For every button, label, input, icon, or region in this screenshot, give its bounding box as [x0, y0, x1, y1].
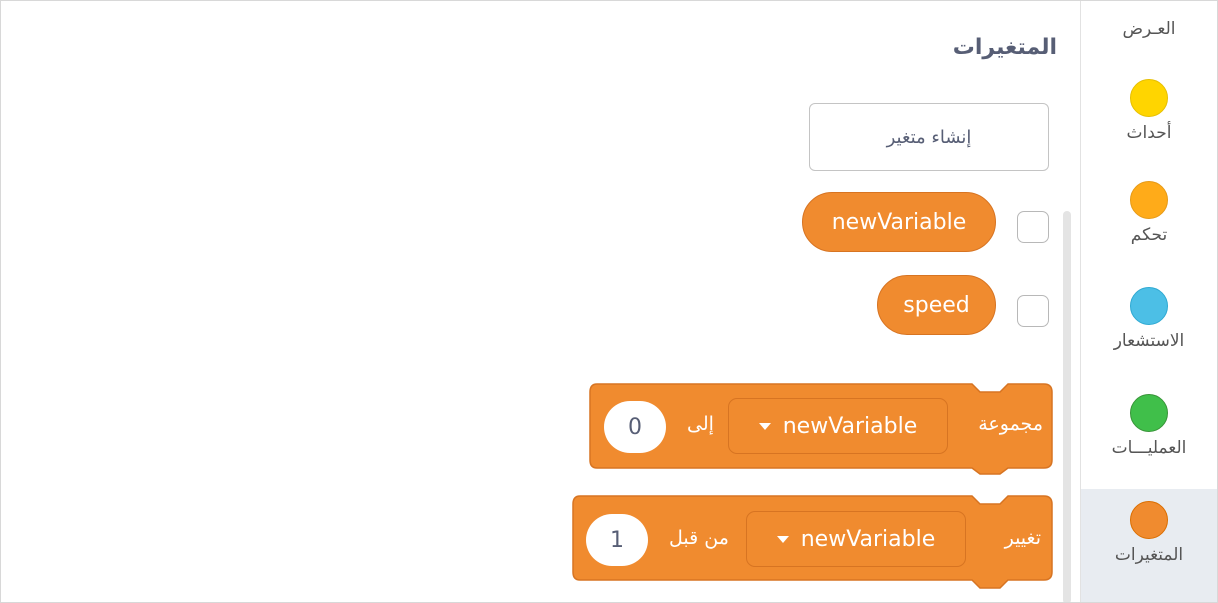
set-variable-block[interactable]: مجموعة newVariable إلى 0: [589, 383, 1053, 475]
variable-reporter-newVariable[interactable]: newVariable: [802, 192, 996, 252]
change-block-label: تغيير: [1004, 527, 1041, 549]
sensing-circle-icon: [1130, 287, 1168, 325]
variables-circle-icon: [1130, 501, 1168, 539]
category-label: المتغيرات: [1114, 545, 1184, 565]
chevron-down-icon: [758, 422, 771, 430]
palette-scrollbar[interactable]: [1063, 211, 1071, 602]
change-value-input[interactable]: 1: [586, 514, 648, 566]
change-variable-dropdown[interactable]: newVariable: [746, 511, 966, 567]
dropdown-value: newVariable: [800, 526, 936, 552]
category-label: العـرض: [1122, 19, 1176, 39]
category-label: الاستشعار: [1113, 331, 1185, 351]
category-label: تحكم: [1130, 225, 1168, 245]
variable-checkbox-speed[interactable]: [1017, 295, 1049, 327]
category-label: أحداث: [1126, 123, 1172, 143]
variable-reporter-speed[interactable]: speed: [877, 275, 996, 335]
category-label: العمليـــات: [1111, 438, 1187, 458]
category-variables[interactable]: المتغيرات: [1081, 489, 1217, 602]
dropdown-value: newVariable: [782, 413, 918, 439]
category-looks[interactable]: العـرض: [1081, 1, 1217, 67]
chevron-down-icon: [776, 535, 789, 543]
events-circle-icon: [1130, 79, 1168, 117]
variable-checkbox-newVariable[interactable]: [1017, 211, 1049, 243]
category-control[interactable]: تحكم: [1081, 169, 1217, 275]
change-variable-block[interactable]: تغيير newVariable من قبل 1: [572, 495, 1053, 589]
palette-section-title: المتغيرات: [952, 35, 1057, 60]
category-menu: العـرض أحداث تحكم الاستشعار العمليـــات …: [1080, 1, 1217, 602]
category-operators[interactable]: العمليـــات: [1081, 382, 1217, 488]
set-block-to-label: إلى: [687, 413, 714, 435]
blocks-palette-window: العـرض أحداث تحكم الاستشعار العمليـــات …: [0, 0, 1218, 603]
category-events[interactable]: أحداث: [1081, 67, 1217, 173]
set-variable-dropdown[interactable]: newVariable: [728, 398, 948, 454]
set-block-label: مجموعة: [978, 413, 1043, 435]
change-block-by-label: من قبل: [669, 527, 729, 549]
create-variable-button[interactable]: إنشاء متغير: [809, 103, 1049, 171]
control-circle-icon: [1130, 181, 1168, 219]
category-sensing[interactable]: الاستشعار: [1081, 275, 1217, 381]
operators-circle-icon: [1130, 394, 1168, 432]
set-value-input[interactable]: 0: [604, 401, 666, 453]
